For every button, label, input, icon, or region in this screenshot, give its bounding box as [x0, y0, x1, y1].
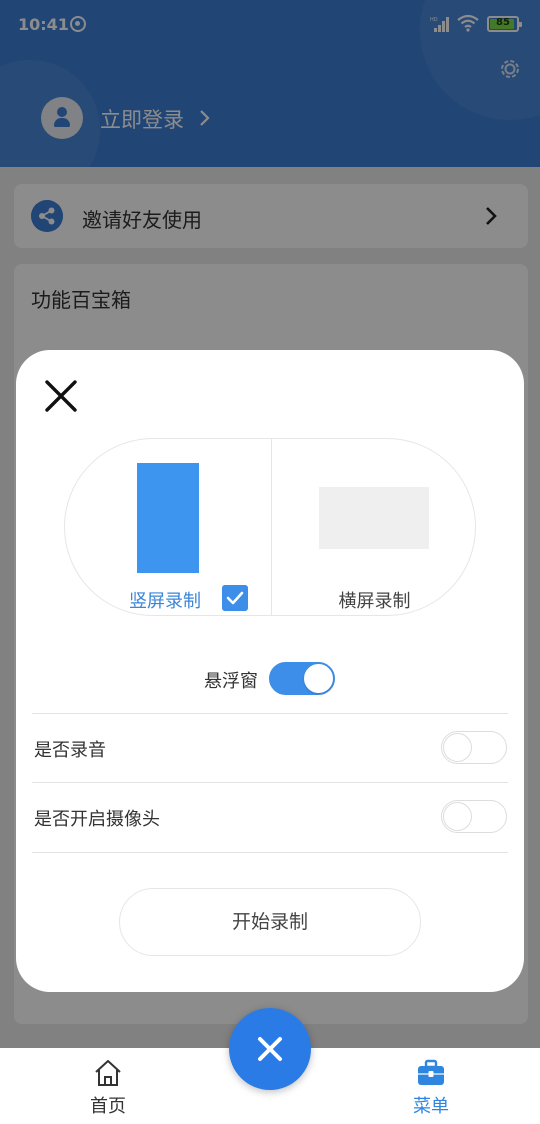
- nav-home[interactable]: 首页: [63, 1056, 153, 1118]
- record-audio-label: 是否录音: [34, 740, 106, 761]
- start-recording-button[interactable]: 开始录制: [119, 888, 421, 956]
- record-audio-row: 是否录音: [16, 714, 524, 782]
- camera-label: 是否开启摄像头: [34, 809, 160, 830]
- landscape-preview: [319, 487, 429, 549]
- nav-menu[interactable]: 菜单: [386, 1056, 476, 1118]
- close-menu-button[interactable]: [229, 1008, 311, 1090]
- home-icon: [95, 1060, 121, 1086]
- portrait-option[interactable]: 竖屏录制: [65, 439, 271, 615]
- portrait-preview: [137, 463, 199, 573]
- orientation-selector: 竖屏录制 横屏录制: [64, 438, 476, 616]
- landscape-label: 横屏录制: [338, 591, 411, 612]
- nav-home-label: 首页: [90, 1096, 126, 1117]
- recording-dialog: 竖屏录制 横屏录制 悬浮窗 是否录音 是否开启摄像头 开始录制: [16, 350, 524, 992]
- landscape-option[interactable]: 横屏录制: [272, 439, 475, 615]
- close-icon: [258, 1037, 282, 1061]
- nav-menu-label: 菜单: [413, 1096, 449, 1117]
- divider: [32, 852, 508, 853]
- camera-toggle[interactable]: [441, 800, 507, 833]
- camera-row: 是否开启摄像头: [16, 783, 524, 851]
- close-icon[interactable]: [43, 378, 79, 414]
- briefcase-icon: [418, 1059, 444, 1085]
- floating-window-toggle[interactable]: [269, 662, 335, 695]
- checkbox-checked-icon[interactable]: [222, 585, 248, 611]
- portrait-label: 竖屏录制: [129, 591, 201, 612]
- record-audio-toggle[interactable]: [441, 731, 507, 764]
- floating-window-row: 悬浮窗: [16, 660, 524, 696]
- floating-window-label: 悬浮窗: [204, 671, 258, 692]
